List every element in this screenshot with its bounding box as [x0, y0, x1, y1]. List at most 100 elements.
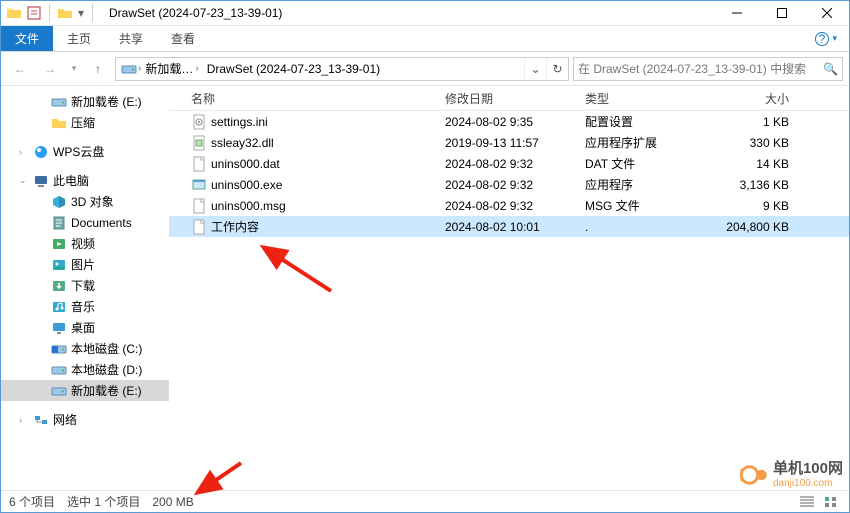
drivec-icon: [51, 341, 67, 357]
title-bar: ▾ DrawSet (2024-07-23_13-39-01): [1, 1, 849, 26]
content-area: 新加载卷 (E:) 压缩 › WPS云盘 ⌄此电脑 3D 对象 Documents 视频图片下…: [1, 87, 849, 490]
breadcrumb-item[interactable]: 新加载…›: [141, 58, 202, 80]
file-name: ssleay32.dll: [211, 136, 274, 150]
nav-tree[interactable]: 新加载卷 (E:) 压缩 › WPS云盘 ⌄此电脑 3D 对象 Documents 视频图片下…: [1, 87, 169, 490]
dll-icon: [191, 135, 207, 151]
tree-label: 新加载卷 (E:): [71, 93, 142, 110]
tree-item[interactable]: 桌面: [1, 317, 169, 338]
tree-item[interactable]: 新加载卷 (E:): [1, 380, 169, 401]
expand-icon[interactable]: ›: [19, 415, 29, 425]
file-date: 2024-08-02 10:01: [439, 220, 579, 234]
drive-icon: [116, 61, 138, 77]
item-count: 6 个项目: [9, 493, 55, 510]
tree-label: 3D 对象: [71, 193, 114, 210]
file-size: 3,136 KB: [697, 178, 795, 192]
col-date[interactable]: 修改日期: [439, 90, 579, 107]
tab-home[interactable]: 主页: [53, 26, 105, 51]
dropdown-icon[interactable]: ▾: [76, 4, 86, 22]
search-box[interactable]: 在 DrawSet (2024-07-23_13-39-01) 中搜索 🔍: [573, 57, 843, 81]
selected-count: 选中 1 个项目: [67, 493, 140, 510]
tree-item[interactable]: 本地磁盘 (D:): [1, 359, 169, 380]
tree-label: 图片: [71, 256, 95, 273]
address-bar[interactable]: › 新加载…› DrawSet (2024-07-23_13-39-01) ⌄ …: [115, 57, 569, 81]
desktop-icon: [51, 320, 67, 336]
watermark-url: danji100.com: [773, 478, 843, 489]
file-row[interactable]: 工作内容2024-08-02 10:01.204,800 KB: [169, 216, 849, 237]
file-row[interactable]: unins000.msg2024-08-02 9:32MSG 文件9 KB: [169, 195, 849, 216]
back-button[interactable]: ←: [7, 56, 33, 82]
close-button[interactable]: [804, 1, 849, 25]
watermark-logo-icon: [739, 460, 769, 490]
file-row[interactable]: ssleay32.dll2019-09-13 11:57应用程序扩展330 KB: [169, 132, 849, 153]
tree-item[interactable]: 3D 对象: [1, 191, 169, 212]
tree-item[interactable]: › WPS云盘: [1, 141, 169, 162]
col-name[interactable]: 名称: [185, 90, 439, 107]
3d-icon: [51, 194, 67, 210]
tree-label: WPS云盘: [53, 143, 104, 160]
minimize-button[interactable]: [714, 1, 759, 25]
properties-icon[interactable]: [25, 4, 43, 22]
search-icon: 🔍: [823, 62, 838, 76]
tree-item[interactable]: 图片: [1, 254, 169, 275]
selected-size: 200 MB: [152, 495, 193, 509]
pc-icon: [33, 173, 49, 189]
col-size[interactable]: 大小: [697, 90, 795, 107]
tree-item[interactable]: ⌄此电脑: [1, 170, 169, 191]
tree-label: 桌面: [71, 319, 95, 336]
expand-icon[interactable]: ›: [19, 147, 29, 157]
file-row[interactable]: unins000.exe2024-08-02 9:32应用程序3,136 KB: [169, 174, 849, 195]
drive-icon: [51, 94, 67, 110]
file-list[interactable]: 名称 修改日期 类型 大小 settings.ini2024-08-02 9:3…: [169, 87, 849, 490]
details-view-button[interactable]: [797, 493, 817, 511]
file-row[interactable]: settings.ini2024-08-02 9:35配置设置1 KB: [169, 111, 849, 132]
file-size: 14 KB: [697, 157, 795, 171]
wps-icon: [33, 144, 49, 160]
file-size: 1 KB: [697, 115, 795, 129]
file-type: .: [579, 220, 697, 234]
file-type: MSG 文件: [579, 197, 697, 214]
refresh-button[interactable]: ↻: [546, 58, 568, 80]
maximize-button[interactable]: [759, 1, 804, 25]
file-name: unins000.dat: [211, 157, 280, 171]
address-dropdown[interactable]: ⌄: [524, 58, 546, 80]
docs-icon: [51, 215, 67, 231]
tree-item[interactable]: 新加载卷 (E:): [1, 91, 169, 112]
expand-icon[interactable]: ⌄: [19, 175, 29, 186]
tree-item[interactable]: 本地磁盘 (C:): [1, 338, 169, 359]
drive-icon: [51, 362, 67, 378]
tree-item[interactable]: 下载: [1, 275, 169, 296]
file-row[interactable]: unins000.dat2024-08-02 9:32DAT 文件14 KB: [169, 153, 849, 174]
tree-item[interactable]: 视频: [1, 233, 169, 254]
tree-item[interactable]: 音乐: [1, 296, 169, 317]
tab-share[interactable]: 共享: [105, 26, 157, 51]
video-icon: [51, 236, 67, 252]
file-date: 2024-08-02 9:35: [439, 115, 579, 129]
forward-button[interactable]: →: [37, 56, 63, 82]
status-bar: 6 个项目 选中 1 个项目 200 MB: [1, 490, 849, 512]
tree-item[interactable]: › 网络: [1, 409, 169, 430]
file-name: unins000.exe: [211, 178, 282, 192]
quick-access-toolbar: ▾: [1, 4, 101, 22]
breadcrumb-item[interactable]: DrawSet (2024-07-23_13-39-01): [203, 58, 384, 80]
recent-dropdown[interactable]: ▾: [67, 56, 81, 82]
help-button[interactable]: ?▾: [802, 26, 849, 51]
folder-open-icon: [56, 4, 74, 22]
tree-label: 下载: [71, 277, 95, 294]
ini-icon: [191, 114, 207, 130]
tree-label: 视频: [71, 235, 95, 252]
tree-item[interactable]: Documents: [1, 212, 169, 233]
separator: [49, 4, 50, 22]
tab-view[interactable]: 查看: [157, 26, 209, 51]
file-tab[interactable]: 文件: [1, 26, 53, 51]
exe-icon: [191, 177, 207, 193]
svg-text:?: ?: [819, 32, 826, 46]
file-name: unins000.msg: [211, 199, 286, 213]
separator: [92, 4, 93, 22]
file-size: 9 KB: [697, 199, 795, 213]
tree-label: 网络: [53, 411, 77, 428]
col-type[interactable]: 类型: [579, 90, 697, 107]
up-button[interactable]: ↑: [85, 56, 111, 82]
icons-view-button[interactable]: [821, 493, 841, 511]
tree-item[interactable]: 压缩: [1, 112, 169, 133]
pics-icon: [51, 257, 67, 273]
